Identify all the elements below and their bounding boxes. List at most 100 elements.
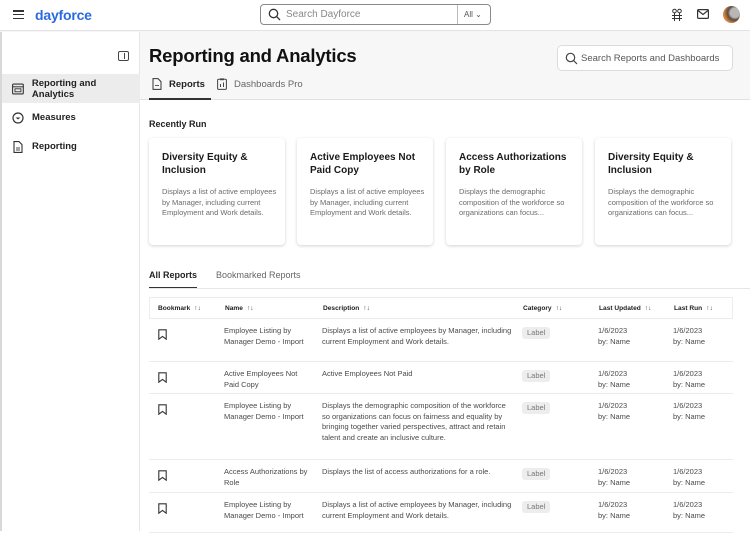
recent-report-card[interactable]: Active Employees Not Paid Copy Displays … [297,138,433,245]
column-label: Description [323,305,360,312]
search-icon [565,52,578,65]
tab-label: Reports [169,79,205,90]
report-description: Active Employees Not Paid [322,369,413,378]
sort-icon[interactable]: ↑↓ [556,305,563,312]
category-label: Label [522,327,551,339]
bookmark-icon[interactable] [158,501,167,515]
table-row[interactable]: Employee Listing by Manager Demo - Impor… [149,493,733,533]
last-updated-by: by: Name [598,411,631,421]
people-icon[interactable] [671,8,683,21]
collapse-sidebar-icon[interactable] [118,51,129,61]
card-description: Displays a list of active employees by M… [310,187,425,217]
report-name[interactable]: Active Employees Not Paid Copy [224,369,312,390]
user-avatar[interactable] [723,6,740,23]
table-row[interactable]: Access Authorizations by Role Displays th… [149,460,733,493]
top-bar: dayforce Search Dayforce All ⌄ [0,0,750,31]
dayforce-logo[interactable]: dayforce [35,7,92,23]
last-updated-by: by: Name [598,510,631,520]
last-run: 1/6/2023 by: Name [673,500,705,521]
sort-icon[interactable]: ↑↓ [194,305,201,312]
last-run-date: 1/6/2023 [673,326,703,335]
column-header-last-updated[interactable]: Last Updated ↑↓ [599,305,651,312]
last-updated-date: 1/6/2023 [598,467,628,476]
report-description: Displays the list of access authorizatio… [322,467,491,476]
sort-icon[interactable]: ↑↓ [363,305,370,312]
last-run-by: by: Name [673,510,706,520]
column-label: Name [225,305,243,312]
card-description: Displays a list of active employees by M… [162,187,277,217]
sort-icon[interactable]: ↑↓ [247,305,254,312]
bookmark-icon[interactable] [158,327,167,341]
document-icon [13,140,23,153]
sort-icon[interactable]: ↑↓ [645,305,652,312]
global-search-input[interactable]: Search Dayforce All ⌄ [260,4,491,25]
sort-icon[interactable]: ↑↓ [706,305,713,312]
column-header-category[interactable]: Category ↑↓ [523,305,562,312]
report-name[interactable]: Access Authorizations by Role [224,467,312,488]
category-label: Label [522,402,551,414]
tab-dashboards-pro[interactable]: Dashboards Pro [217,78,303,100]
recent-report-card[interactable]: Diversity Equity & Inclusion Displays th… [595,138,731,245]
card-title: Diversity Equity & Inclusion [608,152,694,176]
chevron-down-icon: ⌄ [475,10,482,19]
table-row[interactable]: Active Employees Not Paid Copy Active Emp… [149,362,733,394]
last-run-by: by: Name [673,336,706,346]
report-description: Displays a list of active employees by M… [322,326,512,346]
measures-icon [12,111,24,124]
bookmark-icon[interactable] [158,468,167,482]
last-updated: 1/6/2023 by: Name [598,500,630,521]
search-scope-dropdown[interactable]: All ⌄ [464,10,482,19]
sidebar: Reporting and Analytics Measures Reporti… [0,32,140,531]
tab-reports[interactable]: Reports [149,78,211,100]
last-run-by: by: Name [673,379,706,389]
divider [149,288,750,289]
reports-search-placeholder: Search Reports and Dashboards [581,53,720,64]
report-name[interactable]: Employee Listing by Manager Demo - Impor… [224,401,312,422]
sidebar-item-reporting-and-analytics[interactable]: Reporting and Analytics [2,74,140,103]
last-updated-by: by: Name [598,336,631,346]
reports-search-input[interactable]: Search Reports and Dashboards [557,45,733,71]
last-updated-date: 1/6/2023 [598,500,628,509]
report-name[interactable]: Employee Listing by Manager Demo - Impor… [224,326,312,347]
table-row[interactable]: Employee Listing by Manager Demo - Impor… [149,394,733,460]
column-header-description[interactable]: Description ↑↓ [323,305,370,312]
column-label: Category [523,305,552,312]
last-run: 1/6/2023 by: Name [673,326,705,347]
dashboard-clipboard-icon [217,78,227,90]
report-dashboard-icon [12,82,24,95]
bookmark-icon[interactable] [158,402,167,416]
column-header-last-run[interactable]: Last Run ↑↓ [674,305,713,312]
table-row[interactable]: Employee Listing by Manager Demo - Impor… [149,319,733,362]
last-updated: 1/6/2023 by: Name [598,326,630,347]
report-description: Displays a list of active employees by M… [322,500,512,520]
table-header: Bookmark ↑↓ Name ↑↓ Description ↑↓ Category… [149,297,733,319]
last-run-date: 1/6/2023 [673,467,703,476]
sidebar-item-measures[interactable]: Measures [2,103,140,132]
tab-label: Dashboards Pro [234,79,303,90]
category-label: Label [522,468,551,480]
page-header: Reporting and Analytics Search Reports a… [140,32,750,100]
menu-icon[interactable] [13,10,24,20]
last-run-by: by: Name [673,477,706,487]
sidebar-item-label: Measures [32,112,76,123]
column-header-bookmark[interactable]: Bookmark ↑↓ [158,305,201,312]
tab-all-reports[interactable]: All Reports [149,270,198,289]
sidebar-item-reporting[interactable]: Reporting [2,132,140,161]
card-title: Access Authorizations by Role [459,152,567,176]
bookmark-icon[interactable] [158,370,167,384]
recent-report-card[interactable]: Access Authorizations by Role Displays t… [446,138,582,245]
recently-run-heading: Recently Run [149,119,207,129]
tab-bookmarked-reports[interactable]: Bookmarked Reports [216,270,301,289]
last-updated-date: 1/6/2023 [598,369,628,378]
last-updated-date: 1/6/2023 [598,401,628,410]
last-updated: 1/6/2023 by: Name [598,369,630,390]
search-scope-value: All [464,10,473,19]
card-title: Active Employees Not Paid Copy [310,152,416,176]
report-name[interactable]: Employee Listing by Manager Demo - Impor… [224,500,312,521]
last-updated-by: by: Name [598,477,631,487]
last-updated-date: 1/6/2023 [598,326,628,335]
recent-report-card[interactable]: Diversity Equity & Inclusion Displays a … [149,138,285,245]
column-label: Bookmark [158,305,191,312]
column-header-name[interactable]: Name ↑↓ [225,305,254,312]
mail-icon[interactable] [697,9,709,19]
